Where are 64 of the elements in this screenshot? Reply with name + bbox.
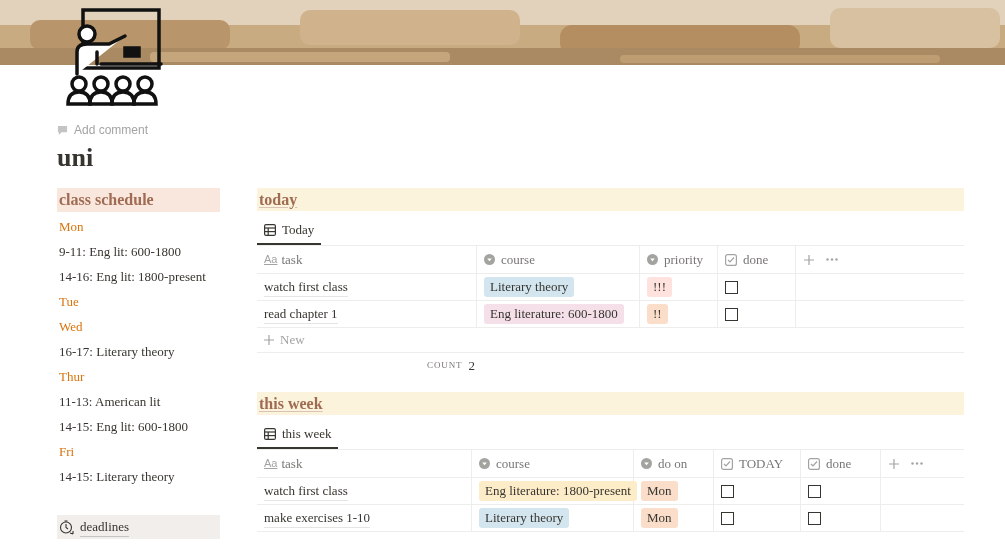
add-comment-button[interactable]: Add comment	[74, 121, 149, 139]
view-tab[interactable]: Today	[257, 217, 322, 245]
schedule-heading: class schedule	[57, 188, 220, 212]
table-icon	[264, 224, 276, 236]
tag: Mon	[641, 508, 678, 528]
day-label: Mon	[58, 217, 85, 236]
column-header[interactable]: priority	[664, 249, 703, 270]
task-title[interactable]: read chapter 1	[264, 303, 338, 325]
task-title[interactable]: watch first class	[264, 480, 348, 502]
task-title[interactable]: make exercises 1-10	[264, 507, 371, 529]
checkbox-property-icon	[721, 457, 733, 470]
checkbox-property-icon	[808, 457, 820, 470]
column-header[interactable]: TODAY	[739, 453, 784, 474]
checkbox[interactable]	[721, 511, 734, 525]
page-title: uni	[57, 142, 95, 174]
tag: Literary theory	[484, 277, 575, 297]
day-label: Tue	[58, 292, 80, 311]
class-entry: 14-15: Eng lit: 600-1800	[58, 417, 189, 436]
count-label: COUNT	[427, 359, 463, 373]
column-header[interactable]: task	[281, 249, 303, 270]
column-header[interactable]: course	[496, 453, 530, 474]
comment-icon	[57, 124, 68, 136]
class-entry: 14-16: Eng lit: 1800-present	[58, 267, 207, 286]
select-property-icon	[479, 458, 490, 469]
tag: !!!	[647, 277, 672, 297]
class-entry: 11-13: American lit	[58, 392, 162, 411]
view-tab[interactable]: this week	[257, 421, 339, 449]
select-property-icon	[641, 458, 652, 469]
tag: !!	[647, 304, 668, 324]
task-title[interactable]: watch first class	[264, 276, 348, 298]
timer-icon	[59, 519, 74, 535]
class-entry: 14-15: Literary theory	[58, 467, 176, 486]
section-heading: this week	[257, 392, 964, 415]
column-header[interactable]: do on	[658, 453, 688, 474]
select-property-icon	[484, 254, 495, 265]
checkbox[interactable]	[725, 307, 738, 321]
tag: Literary theory	[479, 508, 570, 528]
tag: Eng literature: 600-1800	[484, 304, 624, 324]
section-heading: today	[257, 188, 964, 211]
checkbox[interactable]	[808, 511, 821, 525]
checkbox[interactable]	[721, 484, 734, 498]
text-property-icon: Aa	[264, 251, 278, 268]
select-property-icon	[647, 254, 658, 265]
new-row-button[interactable]: New	[264, 330, 305, 350]
day-label: Thur	[58, 367, 86, 386]
checkbox[interactable]	[725, 280, 738, 294]
table-icon	[264, 428, 276, 440]
day-label: Wed	[58, 317, 84, 336]
deadlines-link[interactable]: deadlines	[57, 515, 220, 539]
tag: Eng literature: 1800-present	[479, 481, 637, 501]
tag: Mon	[641, 481, 678, 501]
text-property-icon: Aa	[264, 455, 278, 472]
count-value: 2	[468, 357, 475, 376]
column-header[interactable]: done	[826, 453, 852, 474]
class-entry: 9-11: Eng lit: 600-1800	[58, 242, 182, 261]
column-header[interactable]: done	[743, 249, 769, 270]
checkbox[interactable]	[808, 484, 821, 498]
teacher-icon	[65, 8, 163, 106]
column-header[interactable]: task	[281, 453, 303, 474]
plus-icon	[264, 335, 274, 345]
day-label: Fri	[58, 442, 76, 461]
checkbox-property-icon	[725, 253, 737, 266]
column-header[interactable]: course	[501, 249, 535, 270]
class-entry: 16-17: Literary theory	[58, 342, 176, 361]
